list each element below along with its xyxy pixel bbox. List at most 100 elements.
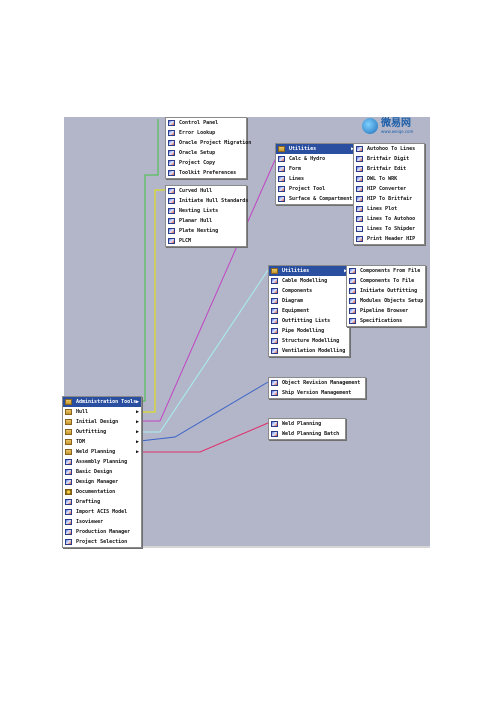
menu-item-components-to-file[interactable]: Components To File xyxy=(347,276,425,286)
menu-item-label: HIP To Britfair xyxy=(367,196,413,202)
menu-item-label: Administration Tools xyxy=(76,399,137,405)
menu-item-label: Project Selection xyxy=(76,539,128,545)
menu-item-documentation[interactable]: Documentation xyxy=(63,487,141,497)
app-icon xyxy=(168,130,175,136)
menu-item-project-copy[interactable]: Project Copy xyxy=(166,158,246,168)
menu-item-import-acis-model[interactable]: Import ACIS Model xyxy=(63,507,141,517)
menu-item-label: Import ACIS Model xyxy=(76,509,128,515)
menu-item-planar-hull[interactable]: Planar Hull xyxy=(166,216,246,226)
menu-item-lines-to-autohoo[interactable]: Lines To Autohoo xyxy=(354,214,424,224)
document-icon xyxy=(356,226,363,232)
menu-item-label: Oracle Setup xyxy=(179,150,216,156)
menu-item-isoviewer[interactable]: Isoviewer xyxy=(63,517,141,527)
menu-item-label: Control Panel xyxy=(179,120,219,126)
submenu-arrow-icon: ▶ xyxy=(135,409,139,415)
app-icon xyxy=(356,236,363,242)
folder-icon xyxy=(65,399,72,405)
menu-item-autohoo-to-lines[interactable]: Autohoo To Lines xyxy=(354,144,424,154)
menu-item-print-header-hip[interactable]: Print Header HIP xyxy=(354,234,424,244)
menu-item-weld-planning[interactable]: Weld Planning ▶ xyxy=(63,447,141,457)
menu-item-hull[interactable]: Hull ▶ xyxy=(63,407,141,417)
menu-item-outfitting-lists[interactable]: Outfitting Lists xyxy=(269,316,349,326)
menu-item-basic-design[interactable]: Basic Design xyxy=(63,467,141,477)
menu-item-hip-to-britfair[interactable]: HIP To Britfair xyxy=(354,194,424,204)
menu-item-label: Outfitting Lists xyxy=(282,318,331,324)
menu-item-nesting-lists[interactable]: Nesting Lists xyxy=(166,206,246,216)
menu-item-label: Curved Hull xyxy=(179,188,213,194)
folder-icon xyxy=(65,439,72,445)
menu-item-project-tool[interactable]: Project Tool xyxy=(276,184,356,194)
app-icon xyxy=(65,509,72,515)
menu-item-form[interactable]: Form xyxy=(276,164,356,174)
menu-item-production-manager[interactable]: Production Manager xyxy=(63,527,141,537)
menu-item-label: TDM xyxy=(76,439,86,445)
menu-item-label: Project Tool xyxy=(289,186,326,192)
menu-item-object-revision-management[interactable]: Object Revision Management xyxy=(269,378,365,388)
menu-item-cable-modelling[interactable]: Cable Modelling xyxy=(269,276,349,286)
menu-item-ventilation-modelling[interactable]: Ventilation Modelling xyxy=(269,346,349,356)
key-icon xyxy=(65,489,72,495)
app-icon xyxy=(349,318,356,324)
menu-item-error-lookup[interactable]: Error Lookup xyxy=(166,128,246,138)
menu-item-weld-planning-app[interactable]: Weld Planning xyxy=(269,419,345,429)
menu-item-modules-objects-setup[interactable]: Modules Objects Setup xyxy=(347,296,425,306)
menu-item-oracle-project-migration[interactable]: Oracle Project Migration xyxy=(166,138,251,148)
menu-item-label: Equipment xyxy=(282,308,310,314)
menu-item-plcm[interactable]: PLCM xyxy=(166,236,246,246)
menu-item-outfit-utilities[interactable]: Utilities▶ xyxy=(269,266,349,276)
menu-item-initiate-outfitting[interactable]: Initiate Outfitting xyxy=(347,286,425,296)
menu-item-label: PLCM xyxy=(179,238,192,244)
hull-submenu: Curved Hull Initiate Hull Standards Nest… xyxy=(165,185,248,247)
menu-item-britfair-digit[interactable]: Britfair Digit xyxy=(354,154,424,164)
menu-item-label: Pipe Modelling xyxy=(282,328,325,334)
app-icon xyxy=(168,198,175,204)
menu-item-tdm[interactable]: TDM ▶ xyxy=(63,437,141,447)
menu-item-outfitting[interactable]: Outfitting ▶ xyxy=(63,427,141,437)
menu-item-dwl-to-wrk[interactable]: DWL To WRK xyxy=(354,174,424,184)
app-icon xyxy=(356,196,363,202)
menu-item-weld-planning-batch[interactable]: Weld Planning Batch xyxy=(269,429,345,439)
outfitting-submenu: Utilities▶ Cable Modelling Components Di… xyxy=(268,265,350,357)
menu-item-hip-converter[interactable]: HIP Converter xyxy=(354,184,424,194)
menu-item-surface-compartment[interactable]: Surface & Compartment xyxy=(276,194,356,204)
app-icon xyxy=(271,390,278,396)
menu-item-ship-version-management[interactable]: Ship Version Management xyxy=(269,388,365,398)
menu-item-assembly-planning[interactable]: Assembly Planning xyxy=(63,457,141,467)
menu-item-lines-plot[interactable]: Lines Plot xyxy=(354,204,424,214)
app-icon xyxy=(278,186,285,192)
menu-item-label: Documentation xyxy=(76,489,116,495)
menu-item-lines-to-shipder[interactable]: Lines To Shipder xyxy=(354,224,424,234)
menu-item-utilities[interactable]: Utilities▶ xyxy=(276,144,356,154)
menu-item-label: Weld Planning xyxy=(76,449,116,455)
menu-item-administration-tools[interactable]: Administration Tools ▶ xyxy=(63,397,141,407)
app-icon xyxy=(271,328,278,334)
menu-item-pipe-modelling[interactable]: Pipe Modelling xyxy=(269,326,349,336)
menu-item-drafting[interactable]: Drafting xyxy=(63,497,141,507)
menu-item-initiate-hull-standards[interactable]: Initiate Hull Standards xyxy=(166,196,248,206)
menu-item-label: Lines To Shipder xyxy=(367,226,416,232)
menu-item-toolkit-preferences[interactable]: Toolkit Preferences xyxy=(166,168,246,178)
menu-item-structure-modelling[interactable]: Structure Modelling xyxy=(269,336,349,346)
menu-item-label: Autohoo To Lines xyxy=(367,146,416,152)
menu-item-components-from-file[interactable]: Components From File xyxy=(347,266,425,276)
menu-item-initial-design[interactable]: Initial Design ▶ xyxy=(63,417,141,427)
menu-item-design-manager[interactable]: Design Manager xyxy=(63,477,141,487)
menu-item-control-panel[interactable]: Control Panel xyxy=(166,118,246,128)
menu-item-curved-hull[interactable]: Curved Hull xyxy=(166,186,246,196)
menu-item-label: Assembly Planning xyxy=(76,459,128,465)
menu-item-components[interactable]: Components xyxy=(269,286,349,296)
menu-item-pipeline-browser[interactable]: Pipeline Browser xyxy=(347,306,425,316)
administration-tools-submenu: Control Panel Error Lookup Oracle Projec… xyxy=(165,117,251,179)
menu-item-equipment[interactable]: Equipment xyxy=(269,306,349,316)
initial-design-submenu: Utilities▶ Calc & Hydro Form Lines Proje… xyxy=(275,143,357,205)
logo-title: 微易网 xyxy=(381,117,411,129)
menu-item-calc-hydro[interactable]: Calc & Hydro xyxy=(276,154,356,164)
menu-item-specifications[interactable]: Specifications xyxy=(347,316,425,326)
menu-item-britfair-edit[interactable]: Britfair Edit xyxy=(354,164,424,174)
menu-item-plate-nesting[interactable]: Plate Nesting xyxy=(166,226,246,236)
menu-item-label: Form xyxy=(289,166,302,172)
menu-item-lines[interactable]: Lines xyxy=(276,174,356,184)
menu-item-diagram[interactable]: Diagram xyxy=(269,296,349,306)
menu-item-oracle-setup[interactable]: Oracle Setup xyxy=(166,148,246,158)
menu-item-project-selection[interactable]: Project Selection xyxy=(63,537,141,547)
